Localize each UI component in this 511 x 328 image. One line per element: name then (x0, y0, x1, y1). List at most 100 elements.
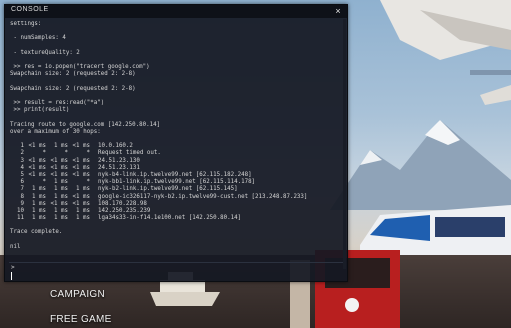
console-line: Trace complete. (10, 229, 63, 236)
hop-time-3: * (86, 150, 91, 157)
airplane-image (380, 0, 511, 105)
hop-host: nyk-bb1-link.ip.twelve99.net [62.115.114… (98, 179, 256, 186)
hop-time-2: 1 ms (54, 193, 68, 200)
hop-time-1: * (42, 150, 47, 157)
hop-time-2: 1 ms (54, 186, 68, 193)
hop-number: 5 (20, 171, 25, 178)
console-line: nil (10, 243, 21, 250)
hop-time-1: <1 ms (28, 171, 46, 178)
hop-host: 142.250.235.239 (98, 207, 151, 214)
hop-number: 7 (20, 186, 25, 193)
trace-hop-row: 8 1 ms 1 ms <1 ms google-ic326117-nyk-b2.ip.… (10, 194, 344, 201)
hop-time-1: 1 ms (32, 207, 46, 214)
console-line: over a maximum of 30 hops: (10, 128, 101, 135)
hop-time-2: 1 ms (54, 215, 68, 222)
hop-time-2: 1 ms (54, 143, 68, 150)
hop-host: Request timed out. (98, 150, 161, 157)
hop-time-1: 1 ms (32, 215, 46, 222)
hop-host: 24.51.23.130 (98, 157, 140, 164)
hop-time-1: <1 ms (28, 164, 46, 171)
console-line: >> print(result) (10, 107, 70, 114)
hop-time-1: 1 ms (32, 193, 46, 200)
console-line: Swapchain size: 2 (requested 2: 2-8) (10, 71, 136, 78)
hop-number: 2 (20, 150, 25, 157)
hop-time-3: <1 ms (72, 193, 90, 200)
hop-time-2: <1 ms (50, 157, 68, 164)
console-window: CONSOLE × settings: - numSamples: 4 - te… (4, 4, 348, 282)
hop-host: google-ic326117-nyk-b2.ip.twelve99-cust.… (98, 193, 308, 200)
trace-hop-row: 2 * * * Request timed out. (10, 150, 344, 157)
console-titlebar[interactable]: CONSOLE × (5, 5, 347, 18)
console-line: >> result = res:read("*a") (10, 100, 105, 107)
hop-time-3: * (86, 179, 91, 186)
hop-time-2: <1 ms (50, 200, 68, 207)
trace-hop-row: 11 1 ms 1 ms 1 ms lga34s33-in-f14.1e100.net … (10, 215, 344, 222)
hop-time-3: 1 ms (76, 186, 90, 193)
hop-number: 6 (20, 179, 25, 186)
trace-hop-row: 6 * 1 ms * nyk-bb1-link.ip.twelve99.net [62.… (10, 179, 344, 186)
hop-time-2: <1 ms (50, 171, 68, 178)
trace-hop-row: 7 1 ms 1 ms 1 ms nyk-b2-link.ip.twelve99.net… (10, 186, 344, 193)
input-prompt: > (11, 264, 15, 271)
console-line: settings: (10, 21, 42, 27)
console-input[interactable]: > (9, 262, 343, 280)
hop-number: 1 (20, 143, 25, 150)
text-cursor (11, 272, 12, 280)
hop-time-1: <1 ms (28, 143, 46, 150)
hop-time-3: <1 ms (72, 171, 90, 178)
hop-time-3: <1 ms (72, 157, 90, 164)
trace-hop-row: 4 <1 ms <1 ms <1 ms 24.51.23.131 (10, 165, 344, 172)
console-line: Swapchain size: 2 (requested 2: 2-8) (10, 85, 136, 92)
hop-time-2: <1 ms (50, 164, 68, 171)
hop-host: 10.0.160.2 (98, 143, 133, 150)
trace-hop-row: 5 <1 ms <1 ms <1 ms nyk-b4-link.ip.twelve99.… (10, 172, 344, 179)
hop-time-3: 1 ms (76, 215, 90, 222)
hop-host: 108.170.228.98 (98, 200, 147, 207)
hop-time-1: <1 ms (28, 157, 46, 164)
trace-hop-row: 3 <1 ms <1 ms <1 ms 24.51.23.130 (10, 158, 344, 165)
hop-number: 4 (20, 164, 25, 171)
mountain-image (330, 120, 511, 210)
console-line: Tracing route to google.com [142.250.80.… (10, 121, 161, 128)
console-scrollbar[interactable] (343, 19, 346, 269)
hop-number: 9 (20, 200, 25, 207)
hop-time-1: 1 ms (32, 200, 46, 207)
hop-time-2: 1 ms (54, 179, 68, 186)
console-line: - numSamples: 4 (10, 35, 66, 42)
console-line: - textureQuality: 2 (10, 49, 80, 56)
hop-time-2: * (64, 150, 69, 157)
hop-time-3: <1 ms (72, 200, 90, 207)
console-output: settings: - numSamples: 4 - textureQuali… (10, 21, 344, 259)
hop-number: 8 (20, 193, 25, 200)
hop-host: nyk-b4-link.ip.twelve99.net [62.115.182.… (98, 171, 252, 178)
hop-time-3: <1 ms (72, 164, 90, 171)
hop-number: 3 (20, 157, 25, 164)
close-icon[interactable]: × (333, 5, 343, 17)
hop-time-1: * (42, 179, 47, 186)
console-title: CONSOLE (11, 6, 49, 13)
trace-hop-row: 10 1 ms 1 ms 1 ms 142.250.235.239 (10, 208, 344, 215)
hop-time-2: 1 ms (54, 207, 68, 214)
hop-number: 10 (17, 207, 24, 214)
console-line: >> res = io.popen("tracert google.com") (10, 64, 150, 71)
menu-free-game[interactable]: FREE GAME (50, 314, 112, 325)
trace-hop-row: 1 <1 ms 1 ms <1 ms 10.0.160.2 (10, 143, 344, 150)
hop-host: lga34s33-in-f14.1e100.net [142.250.80.14… (98, 215, 242, 222)
hop-number: 11 (17, 215, 24, 222)
hop-time-3: <1 ms (72, 143, 90, 150)
hop-host: 24.51.23.131 (98, 164, 140, 171)
hop-time-1: 1 ms (32, 186, 46, 193)
hop-host: nyk-b2-link.ip.twelve99.net [62.115.145] (98, 186, 238, 193)
hop-time-3: 1 ms (76, 207, 90, 214)
trace-hop-row: 9 1 ms <1 ms <1 ms 108.170.228.98 (10, 201, 344, 208)
menu-campaign[interactable]: CAMPAIGN (50, 289, 105, 300)
